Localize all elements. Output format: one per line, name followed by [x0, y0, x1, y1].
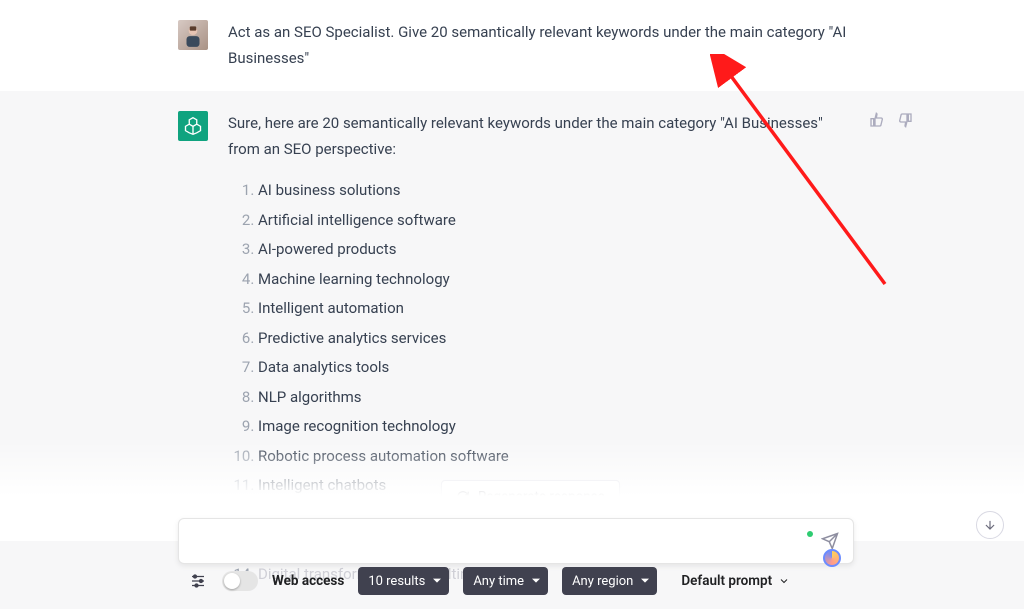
ai-avatar	[178, 111, 208, 141]
keyword-item: Robotic process automation software	[258, 442, 848, 472]
time-select[interactable]: Any time	[463, 567, 548, 595]
chevron-down-icon	[778, 575, 790, 587]
keyword-item: Data analytics tools	[258, 353, 848, 383]
keyword-item: Predictive analytics services	[258, 324, 848, 354]
keyword-item: Image recognition technology	[258, 412, 848, 442]
refresh-icon	[456, 490, 470, 504]
keyword-item: NLP algorithms	[258, 383, 848, 413]
regenerate-label: Regenerate response	[478, 489, 605, 505]
regenerate-button[interactable]: Regenerate response	[441, 480, 620, 514]
bottom-toolbar: Web access 10 results Any time Any regio…	[188, 567, 914, 595]
ai-intro-text: Sure, here are 20 semantically relevant …	[228, 111, 848, 162]
settings-icon[interactable]	[188, 571, 208, 591]
user-avatar	[178, 20, 208, 50]
keyword-item: Artificial intelligence software	[258, 206, 848, 236]
keyword-item: AI business solutions	[258, 176, 848, 206]
scroll-to-bottom-button[interactable]	[976, 511, 1004, 539]
default-prompt-button[interactable]: Default prompt	[681, 573, 790, 589]
prompt-input-container	[178, 518, 854, 564]
status-indicator	[807, 531, 813, 537]
thumbs-up-icon[interactable]	[868, 111, 886, 129]
keyword-item: Machine learning technology	[258, 265, 848, 295]
results-select[interactable]: 10 results	[358, 567, 449, 595]
keyword-item: AI-powered products	[258, 235, 848, 265]
region-select[interactable]: Any region	[562, 567, 657, 595]
extension-badge-icon	[823, 549, 841, 567]
prompt-input[interactable]	[193, 533, 813, 550]
send-icon	[821, 532, 839, 550]
user-message-row: Act as an SEO Specialist. Give 20 semant…	[0, 0, 1024, 91]
web-access-label: Web access	[272, 573, 344, 589]
keyword-item: Intelligent automation	[258, 294, 848, 324]
arrow-down-icon	[983, 518, 997, 532]
user-message-text: Act as an SEO Specialist. Give 20 semant…	[228, 20, 848, 71]
web-access-toggle[interactable]	[222, 571, 258, 591]
thumbs-down-icon[interactable]	[896, 111, 914, 129]
